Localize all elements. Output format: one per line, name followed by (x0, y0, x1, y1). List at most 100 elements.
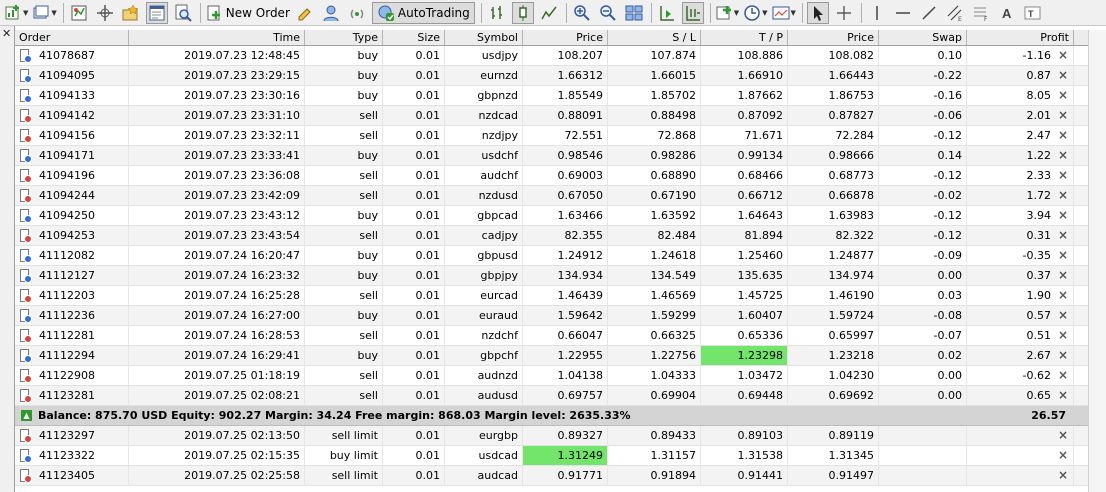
vertical-scrollbar[interactable] (1088, 30, 1106, 492)
order-row[interactable]: 41112082 2019.07.24 16:20:47 buy 0.01 gbpusd… (15, 246, 1088, 266)
column-header-swap[interactable]: Swap (879, 30, 967, 45)
close-order-icon[interactable]: × (1056, 166, 1070, 185)
periods-button[interactable]: ▼ (743, 2, 768, 24)
expert-button[interactable] (320, 2, 342, 24)
new-order-button[interactable]: New Order (205, 2, 290, 24)
order-row[interactable]: 41078687 2019.07.23 12:48:45 buy 0.01 usdjpy… (15, 46, 1088, 66)
metaeditor-button[interactable] (294, 2, 316, 24)
bar-chart-button[interactable] (486, 2, 508, 24)
close-order-icon[interactable]: × (1056, 306, 1070, 325)
new-chart-button[interactable]: ▼ (4, 2, 28, 24)
close-order-icon[interactable]: × (1056, 426, 1070, 445)
crosshair-button[interactable] (833, 2, 855, 24)
open-price-text: 1.46439 (557, 289, 604, 302)
order-row[interactable]: 41122908 2019.07.25 01:18:19 sell 0.01 audnz… (15, 366, 1088, 386)
order-row[interactable]: 41094196 2019.07.23 23:36:08 sell 0.01 audch… (15, 166, 1088, 186)
column-header-symbol[interactable]: Symbol (445, 30, 523, 45)
stop-loss-text: 1.59299 (650, 309, 697, 322)
current-price: 0.66878 (788, 186, 879, 205)
templates-button[interactable]: ▼ (772, 2, 796, 24)
signals-button[interactable] (346, 2, 368, 24)
profit-value: × (967, 466, 1074, 485)
close-order-icon[interactable]: × (1056, 206, 1070, 225)
candlestick-button[interactable] (511, 1, 534, 24)
vertical-line-button[interactable] (866, 2, 888, 24)
order-row[interactable]: 41094244 2019.07.23 23:42:09 sell 0.01 nzdus… (15, 186, 1088, 206)
indicators-button[interactable]: ▼ (715, 2, 739, 24)
column-header-order[interactable]: Order (15, 30, 129, 45)
order-row[interactable]: 41094171 2019.07.23 23:33:41 buy 0.01 usdchf… (15, 146, 1088, 166)
profit-value-text: 2.33 (1026, 169, 1052, 182)
order-row[interactable]: 41094250 2019.07.23 23:43:12 buy 0.01 gbpcad… (15, 206, 1088, 226)
profit-value-text: 1.22 (1026, 149, 1052, 162)
close-order-icon[interactable]: × (1056, 226, 1070, 245)
zoom-out-button[interactable] (597, 2, 619, 24)
column-header-profit[interactable]: Profit (967, 30, 1074, 45)
column-header-tp[interactable]: T / P (701, 30, 788, 45)
close-order-icon[interactable]: × (1056, 46, 1070, 65)
close-order-icon[interactable]: × (1056, 326, 1070, 345)
market-watch-button[interactable] (68, 2, 90, 24)
cursor-button[interactable] (806, 1, 829, 24)
close-order-icon[interactable]: × (1056, 246, 1070, 265)
order-row[interactable]: 41112203 2019.07.24 16:25:28 sell 0.01 eurca… (15, 286, 1088, 306)
order-row[interactable]: 41094253 2019.07.23 23:43:54 sell 0.01 cadjp… (15, 226, 1088, 246)
column-header-current-price[interactable]: Price (788, 30, 879, 45)
close-order-icon[interactable]: × (1056, 366, 1070, 385)
close-order-icon[interactable]: × (1056, 386, 1070, 405)
close-order-icon[interactable]: × (1056, 266, 1070, 285)
column-header-price[interactable]: Price (523, 30, 608, 45)
profit-value: 0.57 × (967, 306, 1074, 325)
close-order-icon[interactable]: × (1056, 66, 1070, 85)
column-header-type[interactable]: Type (305, 30, 383, 45)
close-order-icon[interactable]: × (1056, 86, 1070, 105)
close-icon[interactable]: ✕ (2, 28, 11, 40)
order-row[interactable]: 41094142 2019.07.23 23:31:10 sell 0.01 nzdca… (15, 106, 1088, 126)
close-order-icon[interactable]: × (1056, 126, 1070, 145)
pending-order-row[interactable]: 41123297 2019.07.25 02:13:50 sell limit 0.0… (15, 426, 1088, 446)
column-header-size[interactable]: Size (383, 30, 445, 45)
svg-text:F: F (984, 16, 988, 22)
order-row[interactable]: 41094133 2019.07.23 23:30:16 buy 0.01 gbpnzd… (15, 86, 1088, 106)
order-cell: 41122908 (15, 366, 129, 385)
close-order-icon[interactable]: × (1056, 106, 1070, 125)
terminal-button[interactable] (145, 1, 168, 24)
order-row[interactable]: 41112236 2019.07.24 16:27:00 buy 0.01 euraud… (15, 306, 1088, 326)
horizontal-line-button[interactable] (892, 2, 914, 24)
order-row[interactable]: 41112127 2019.07.24 16:23:32 buy 0.01 gbpjpy… (15, 266, 1088, 286)
close-order-icon[interactable]: × (1056, 286, 1070, 305)
text-label-button[interactable]: T (1022, 2, 1044, 24)
close-order-icon[interactable]: × (1056, 446, 1070, 465)
order-row[interactable]: 41094095 2019.07.23 23:29:15 buy 0.01 eurnzd… (15, 66, 1088, 86)
close-order-icon[interactable]: × (1056, 466, 1070, 485)
close-order-icon[interactable]: × (1056, 146, 1070, 165)
order-time: 2019.07.24 16:28:53 (129, 326, 305, 345)
tile-windows-button[interactable] (623, 2, 645, 24)
pending-order-row[interactable]: 41123322 2019.07.25 02:15:35 buy limit 0.01… (15, 446, 1088, 466)
sell-order-icon (19, 288, 32, 303)
chart-shift-button[interactable] (656, 2, 678, 24)
navigator-button[interactable] (94, 2, 116, 24)
profit-value-text: 2.47 (1026, 129, 1052, 142)
order-row[interactable]: 41123281 2019.07.25 02:08:21 sell 0.01 audus… (15, 386, 1088, 406)
pending-order-row[interactable]: 41123405 2019.07.25 02:25:58 sell limit 0.0… (15, 466, 1088, 486)
trendline-button[interactable] (918, 2, 940, 24)
text-button[interactable]: A (996, 2, 1018, 24)
autoscroll-button[interactable] (681, 1, 704, 24)
order-row[interactable]: 41112281 2019.07.24 16:28:53 sell 0.01 nzdch… (15, 326, 1088, 346)
fibonacci-button[interactable]: F (970, 2, 992, 24)
line-chart-button[interactable] (538, 2, 560, 24)
zoom-in-button[interactable] (571, 2, 593, 24)
column-header-time[interactable]: Time (129, 30, 305, 45)
equidistant-channel-button[interactable]: E (944, 2, 966, 24)
close-order-icon[interactable]: × (1056, 186, 1070, 205)
strategy-tester-button[interactable] (172, 2, 194, 24)
profiles-button[interactable]: ▼ (32, 2, 57, 24)
column-header-sl[interactable]: S / L (608, 30, 701, 45)
autotrading-button[interactable]: AutoTrading (371, 1, 475, 24)
order-cell: 41094196 (15, 166, 129, 185)
favorites-button[interactable] (120, 2, 142, 24)
order-row[interactable]: 41094156 2019.07.23 23:32:11 sell 0.01 nzdjp… (15, 126, 1088, 146)
order-row[interactable]: 41112294 2019.07.24 16:29:41 buy 0.01 gbpchf… (15, 346, 1088, 366)
close-order-icon[interactable]: × (1056, 346, 1070, 365)
